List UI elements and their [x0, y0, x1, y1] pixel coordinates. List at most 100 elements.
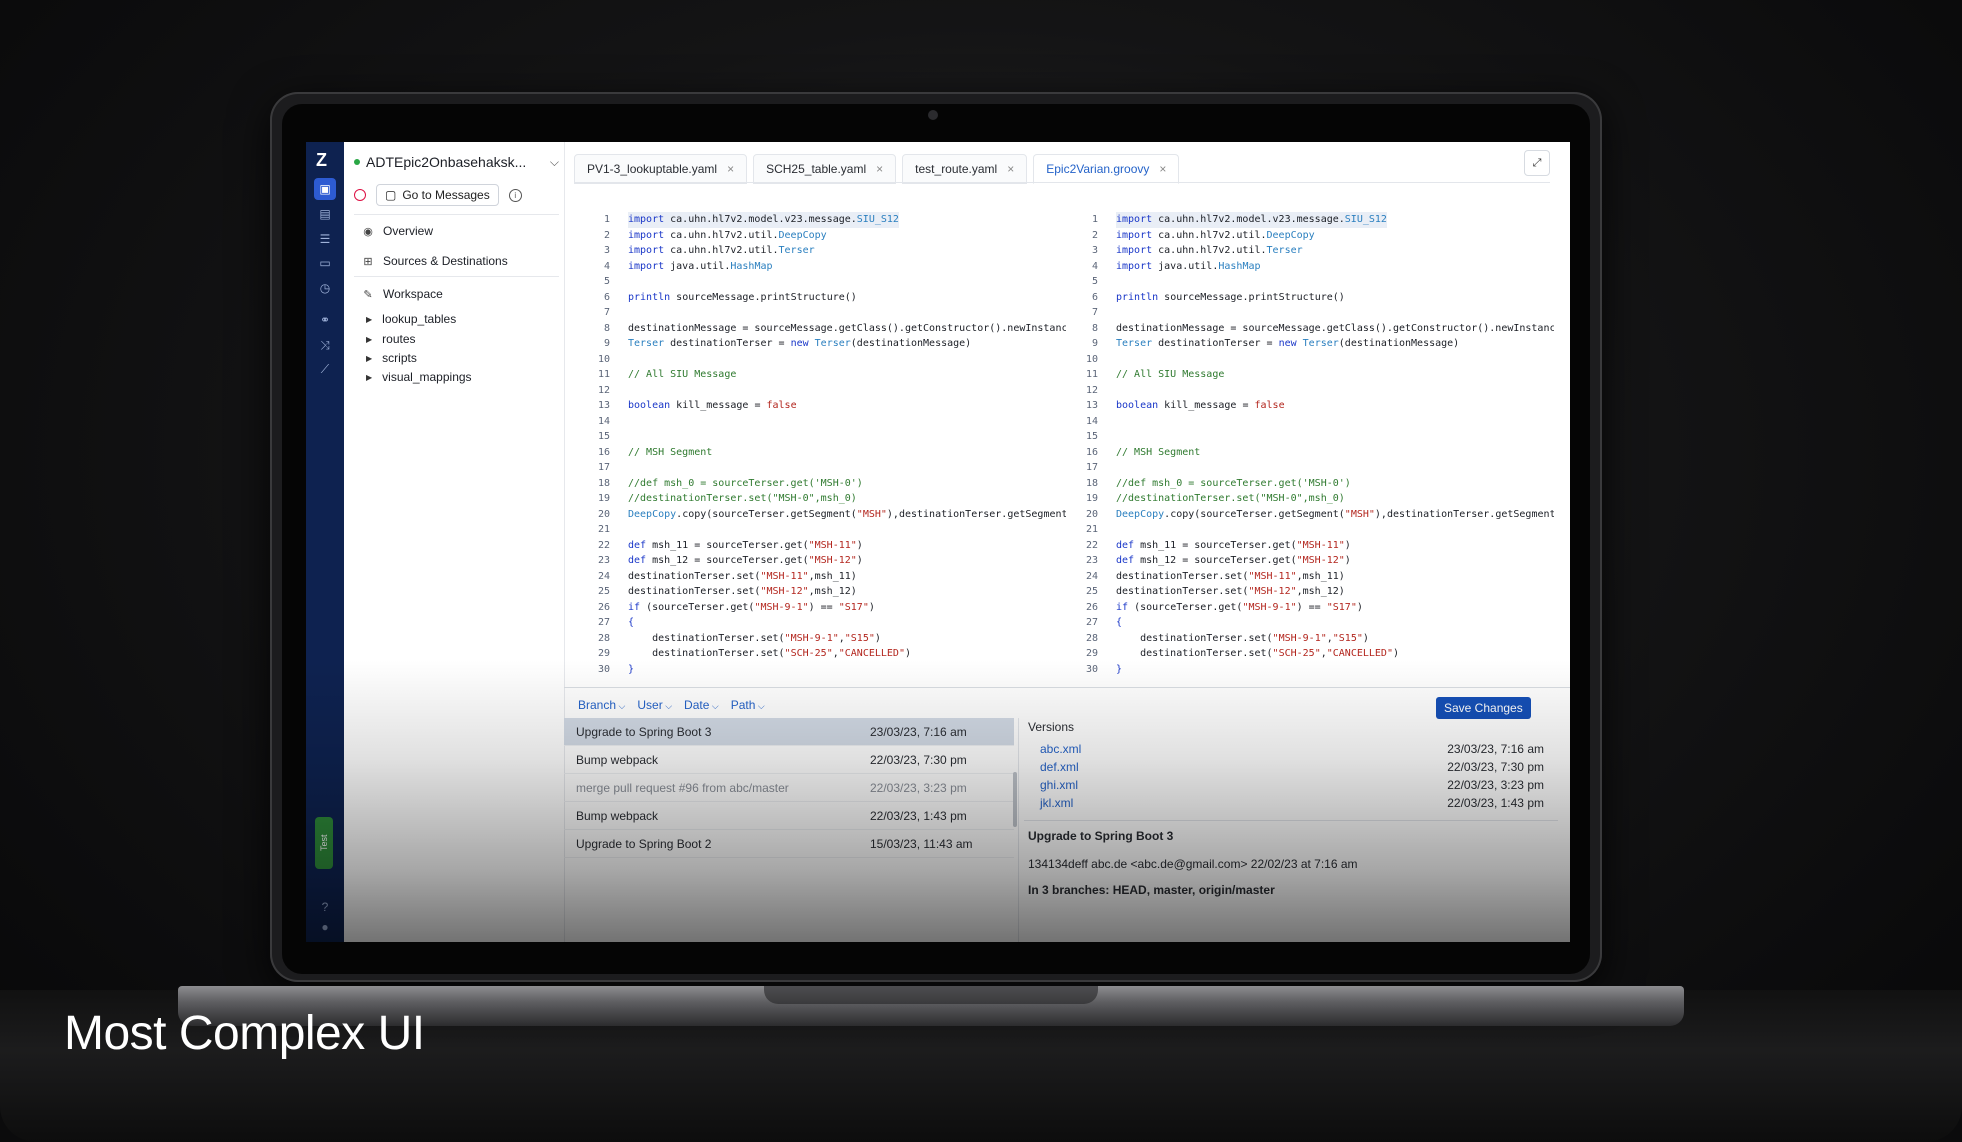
help-icon[interactable]: ?	[314, 896, 336, 918]
scrollbar[interactable]	[1013, 772, 1017, 827]
code-line[interactable]: 20 DeepCopy.copy(sourceTerser.getSegment(…	[1064, 507, 1554, 523]
version-file[interactable]: def.xml	[1040, 760, 1240, 774]
code-line[interactable]: 24 destinationTerser.set("MSH-11",msh_11)	[576, 569, 1066, 585]
avatar[interactable]: ●	[314, 916, 336, 938]
code-line[interactable]: 16 // MSH Segment	[1064, 445, 1554, 461]
code-line[interactable]: 6 println sourceMessage.printStructure()	[1064, 290, 1554, 306]
table-row[interactable]: merge pull request #96 from abc/master 22…	[564, 774, 1014, 802]
code-line[interactable]: 25 destinationTerser.set("MSH-12",msh_12)	[576, 584, 1066, 600]
go-to-messages-button[interactable]: ▢ Go to Messages	[376, 184, 499, 206]
code-line[interactable]: 23 def msh_12 = sourceTerser.get("MSH-12"…	[1064, 553, 1554, 569]
code-line[interactable]: 26 if (sourceTerser.get("MSH-9-1") == "S1…	[576, 600, 1066, 616]
code-line[interactable]: 19 //destinationTerser.set("MSH-0",msh_0)	[576, 491, 1066, 507]
code-line[interactable]: 11 // All SIU Message	[576, 367, 1066, 383]
close-icon[interactable]: ×	[876, 162, 883, 176]
filter-branch[interactable]: Branch	[578, 698, 625, 712]
tab-test-route[interactable]: test_route.yaml ×	[902, 154, 1028, 184]
code-line[interactable]: 4 import java.util.HashMap	[576, 259, 1066, 275]
code-line[interactable]: 13 boolean kill_message = false	[576, 398, 1066, 414]
tree-item-visual-mappings[interactable]: ▶ visual_mappings	[366, 370, 472, 384]
code-line[interactable]: 19 //destinationTerser.set("MSH-0",msh_0)	[1064, 491, 1554, 507]
filter-date[interactable]: Date	[684, 698, 719, 712]
code-line[interactable]: 11 // All SIU Message	[1064, 367, 1554, 383]
code-line[interactable]: 18 //def msh_0 = sourceTerser.get('MSH-0'…	[1064, 476, 1554, 492]
table-row[interactable]: Upgrade to Spring Boot 3 23/03/23, 7:16 a…	[564, 718, 1014, 746]
monitor-icon[interactable]: ▣	[314, 178, 336, 200]
environment-badge[interactable]: Test	[315, 817, 333, 869]
save-changes-button[interactable]: Save Changes	[1436, 697, 1531, 719]
code-line[interactable]: 12	[1064, 383, 1554, 399]
tab-pv1-lookuptable[interactable]: PV1-3_lookuptable.yaml ×	[574, 154, 748, 184]
code-line[interactable]: 15	[1064, 429, 1554, 445]
code-line[interactable]: 22 def msh_11 = sourceTerser.get("MSH-11"…	[1064, 538, 1554, 554]
nav-overview[interactable]: ◉ Overview	[362, 224, 433, 238]
code-line[interactable]: 2 import ca.uhn.hl7v2.util.DeepCopy	[576, 228, 1066, 244]
code-line[interactable]: 28 destinationTerser.set("MSH-9-1","S15"…	[576, 631, 1066, 647]
code-line[interactable]: 2 import ca.uhn.hl7v2.util.DeepCopy	[1064, 228, 1554, 244]
code-line[interactable]: 30}	[576, 662, 1066, 678]
code-line[interactable]: 21	[1064, 522, 1554, 538]
close-icon[interactable]: ×	[1007, 162, 1014, 176]
code-line[interactable]: 14	[1064, 414, 1554, 430]
code-line[interactable]: 1 import ca.uhn.hl7v2.model.v23.message.S…	[1064, 212, 1554, 228]
shuffle-icon[interactable]: ⤨	[314, 334, 336, 356]
code-line[interactable]: 25 destinationTerser.set("MSH-12",msh_12)	[1064, 584, 1554, 600]
messages-icon[interactable]: ▤	[314, 203, 336, 225]
list-item[interactable]: ghi.xml 22/03/23, 3:23 pm	[1028, 776, 1558, 794]
version-file[interactable]: jkl.xml	[1040, 796, 1240, 810]
list-item[interactable]: abc.xml 23/03/23, 7:16 am	[1028, 740, 1558, 758]
version-file[interactable]: abc.xml	[1040, 742, 1240, 756]
code-line[interactable]: 30}	[1064, 662, 1554, 678]
server-icon[interactable]: ☰	[314, 228, 336, 250]
link-icon[interactable]: ⚭	[314, 309, 336, 331]
tree-item-scripts[interactable]: ▶ scripts	[366, 351, 417, 365]
table-row[interactable]: Bump webpack 22/03/23, 1:43 pm	[564, 802, 1014, 830]
code-line[interactable]: 14	[576, 414, 1066, 430]
diff-left-pane[interactable]: 1 import ca.uhn.hl7v2.model.v23.message.S…	[576, 212, 1066, 682]
code-line[interactable]: 22 def msh_11 = sourceTerser.get("MSH-11"…	[576, 538, 1066, 554]
tree-item-lookup-tables[interactable]: ▶ lookup_tables	[366, 312, 456, 326]
code-line[interactable]: 23 def msh_12 = sourceTerser.get("MSH-12"…	[576, 553, 1066, 569]
close-icon[interactable]: ×	[727, 162, 734, 176]
code-line[interactable]: 1 import ca.uhn.hl7v2.model.v23.message.S…	[576, 212, 1066, 228]
nav-sources-destinations[interactable]: ⊞ Sources & Destinations	[362, 254, 507, 268]
code-line[interactable]: 10	[576, 352, 1066, 368]
nav-workspace[interactable]: ✎ Workspace	[362, 287, 442, 301]
code-line[interactable]: 20 DeepCopy.copy(sourceTerser.getSegment(…	[576, 507, 1066, 523]
diff-right-pane[interactable]: 1 import ca.uhn.hl7v2.model.v23.message.S…	[1064, 212, 1554, 682]
code-line[interactable]: 3 import ca.uhn.hl7v2.util.Terser	[576, 243, 1066, 259]
code-line[interactable]: 27 {	[1064, 615, 1554, 631]
filter-user[interactable]: User	[637, 698, 672, 712]
tab-sch25-table[interactable]: SCH25_table.yaml ×	[753, 154, 897, 184]
chart-icon[interactable]: ⟋	[314, 358, 336, 380]
code-line[interactable]: 9 Terser destinationTerser = new Terser(d…	[1064, 336, 1554, 352]
table-row[interactable]: Bump webpack 22/03/23, 7:30 pm	[564, 746, 1014, 774]
terminal-icon[interactable]: ▭	[314, 252, 336, 274]
expand-icon[interactable]: ⤢	[1524, 150, 1550, 176]
list-item[interactable]: jkl.xml 22/03/23, 1:43 pm	[1028, 794, 1558, 812]
code-line[interactable]: 17	[1064, 460, 1554, 476]
code-line[interactable]: 28 destinationTerser.set("MSH-9-1","S15"…	[1064, 631, 1554, 647]
code-line[interactable]: 24 destinationTerser.set("MSH-11",msh_11)	[1064, 569, 1554, 585]
code-line[interactable]: 15	[576, 429, 1066, 445]
code-line[interactable]: 6 println sourceMessage.printStructure()	[576, 290, 1066, 306]
code-line[interactable]: 12	[576, 383, 1066, 399]
code-line[interactable]: 16 // MSH Segment	[576, 445, 1066, 461]
tab-epic2varian[interactable]: Epic2Varian.groovy ×	[1033, 154, 1180, 184]
code-line[interactable]: 8 destinationMessage = sourceMessage.getC…	[1064, 321, 1554, 337]
code-line[interactable]: 26 if (sourceTerser.get("MSH-9-1") == "S1…	[1064, 600, 1554, 616]
code-line[interactable]: 9 Terser destinationTerser = new Terser(d…	[576, 336, 1066, 352]
code-line[interactable]: 7	[1064, 305, 1554, 321]
list-item[interactable]: def.xml 22/03/23, 7:30 pm	[1028, 758, 1558, 776]
version-file[interactable]: ghi.xml	[1040, 778, 1240, 792]
project-selector[interactable]: ADTEpic2Onbasehaksk... ⌵	[354, 154, 559, 170]
code-line[interactable]: 27 {	[576, 615, 1066, 631]
code-line[interactable]: 4 import java.util.HashMap	[1064, 259, 1554, 275]
code-line[interactable]: 5	[1064, 274, 1554, 290]
table-row[interactable]: Upgrade to Spring Boot 2 15/03/23, 11:43 …	[564, 830, 1014, 858]
code-line[interactable]: 5	[576, 274, 1066, 290]
code-line[interactable]: 29 destinationTerser.set("SCH-25","CANCE…	[576, 646, 1066, 662]
chevron-down-icon[interactable]: ⌵	[550, 155, 559, 170]
filter-path[interactable]: Path	[731, 698, 765, 712]
code-line[interactable]: 3 import ca.uhn.hl7v2.util.Terser	[1064, 243, 1554, 259]
